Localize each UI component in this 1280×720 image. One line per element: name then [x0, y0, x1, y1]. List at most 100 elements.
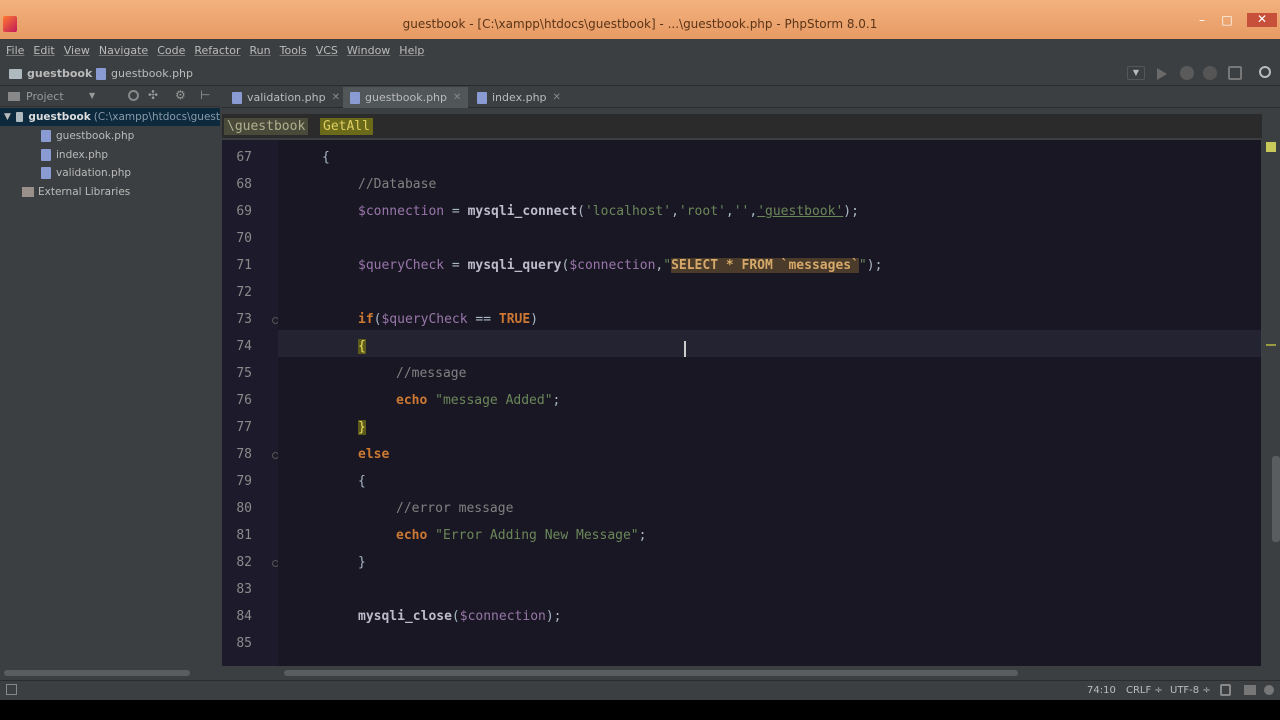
php-file-icon: [41, 167, 51, 179]
menu-code[interactable]: Code: [157, 44, 185, 57]
stop-icon[interactable]: [1228, 66, 1242, 80]
menu-tools[interactable]: Tools: [280, 44, 307, 57]
sync-icon[interactable]: [128, 90, 139, 101]
expand-arrow-icon[interactable]: ▼: [4, 112, 11, 122]
tab-label: index.php: [492, 91, 547, 104]
line-number: 68: [236, 177, 252, 192]
tree-file-index[interactable]: index.php: [41, 146, 108, 164]
breadcrumb-method[interactable]: GetAll: [320, 118, 373, 135]
token: '': [733, 204, 750, 219]
line-number: 74: [236, 339, 252, 354]
horizontal-scrollbar[interactable]: [222, 666, 1262, 680]
project-panel-title[interactable]: Project: [26, 90, 64, 103]
line-number: 76: [236, 393, 252, 408]
line-number: 72: [236, 285, 252, 300]
line-number: 80: [236, 501, 252, 516]
menu-view[interactable]: View: [64, 44, 90, 57]
code-line-73: if($queryCheck == TRUE): [358, 310, 538, 330]
navigation-bar: guestbook guestbook.php ▼: [0, 61, 1280, 86]
project-hscroll[interactable]: [0, 666, 192, 680]
menu-bar: File Edit View Navigate Code Refactor Ru…: [0, 39, 1280, 61]
token: 'root': [678, 204, 726, 219]
code-line-67: {: [322, 150, 330, 165]
tree-file-guestbook[interactable]: guestbook.php: [41, 127, 134, 145]
menu-edit[interactable]: Edit: [33, 44, 54, 57]
php-file-icon: [350, 91, 360, 104]
token: $connection: [358, 204, 445, 219]
menu-run[interactable]: Run: [250, 44, 271, 57]
close-icon[interactable]: ✕: [1247, 13, 1277, 27]
minimize-icon[interactable]: –: [1193, 14, 1211, 26]
menu-window[interactable]: Window: [347, 44, 390, 57]
code-line-76: echo "message Added";: [396, 391, 560, 411]
token: "message Added": [427, 393, 553, 408]
run-config-dropdown-icon[interactable]: ▼: [1127, 66, 1145, 80]
scrollbar-thumb[interactable]: [4, 670, 190, 676]
editor-tabs: validation.php ✕ guestbook.php ✕ index.p…: [222, 87, 1280, 108]
line-number: 85: [236, 636, 252, 651]
menu-navigate[interactable]: Navigate: [99, 44, 148, 57]
php-file-icon: [96, 67, 106, 80]
tool-window-toggle-icon[interactable]: [6, 684, 17, 695]
tab-index[interactable]: index.php ✕: [470, 87, 568, 108]
nav-crumb-file[interactable]: guestbook.php: [96, 67, 193, 80]
coverage-icon[interactable]: [1203, 66, 1217, 80]
code-line-82: }: [358, 555, 366, 570]
token: ): [530, 312, 539, 327]
code-line-68: //Database: [358, 177, 437, 192]
token: mysqli_close: [358, 609, 452, 624]
inspector-icon[interactable]: [1244, 685, 1256, 695]
vertical-scrollbar[interactable]: [1262, 140, 1280, 666]
caret-position[interactable]: 74:10: [1087, 685, 1116, 696]
tree-root-name: guestbook: [28, 111, 91, 123]
scrollbar-thumb[interactable]: [284, 670, 1018, 676]
nav-crumb-project[interactable]: guestbook: [9, 67, 92, 80]
token: ": [858, 258, 867, 273]
token: =: [444, 258, 468, 273]
tree-root-guestbook[interactable]: ▼ guestbook (C:\xampp\htdocs\guest: [0, 108, 220, 126]
close-icon[interactable]: ✕: [553, 92, 561, 103]
scrollbar-thumb[interactable]: [1272, 456, 1280, 542]
tree-file-validation[interactable]: validation.php: [41, 164, 131, 182]
window-title: guestbook - [C:\xampp\htdocs\guestbook] …: [402, 17, 878, 31]
tab-guestbook[interactable]: guestbook.php ✕: [343, 87, 469, 108]
code-line-75: //message: [396, 366, 467, 381]
token: ": [663, 258, 672, 273]
debug-icon[interactable]: [1180, 66, 1194, 80]
sql-injection-highlight: SELECT * FROM `messages`: [671, 258, 859, 273]
nav-project-label: guestbook: [27, 67, 93, 80]
menu-vcs[interactable]: VCS: [316, 44, 338, 57]
search-icon[interactable]: [1259, 66, 1271, 78]
menu-refactor[interactable]: Refactor: [194, 44, 240, 57]
file-encoding[interactable]: UTF-8 ÷: [1170, 685, 1211, 696]
event-log-icon[interactable]: [1264, 685, 1274, 695]
menu-help[interactable]: Help: [399, 44, 424, 57]
tree-external-libraries[interactable]: External Libraries: [22, 183, 130, 201]
close-icon[interactable]: ✕: [453, 92, 461, 103]
tree-file-label: validation.php: [56, 167, 132, 179]
line-separator[interactable]: CRLF ÷: [1126, 685, 1163, 696]
collapse-all-icon[interactable]: ✣: [148, 88, 158, 102]
tab-label: guestbook.php: [365, 91, 448, 104]
maximize-icon[interactable]: □: [1218, 14, 1236, 26]
hide-panel-icon[interactable]: ⊢: [200, 88, 210, 102]
tab-validation[interactable]: validation.php ✕: [225, 87, 347, 108]
run-icon[interactable]: [1157, 68, 1167, 80]
code-line-71: $queryCheck = mysqli_query($connection,"…: [358, 256, 882, 276]
menu-file[interactable]: File: [6, 44, 24, 57]
scroll-marker: [1266, 344, 1276, 346]
brace-match-highlight: }: [358, 420, 366, 435]
gear-icon[interactable]: ⚙: [175, 88, 186, 102]
token: (: [577, 204, 585, 219]
lock-icon[interactable]: [1220, 684, 1231, 696]
close-icon[interactable]: ✕: [332, 92, 340, 103]
inspection-status-icon[interactable]: [1266, 142, 1276, 152]
line-number: 70: [236, 231, 252, 246]
text-cursor-icon: [684, 341, 686, 357]
line-number: 69: [236, 204, 252, 219]
line-number: 83: [236, 582, 252, 597]
breadcrumb-class[interactable]: \guestbook: [224, 118, 309, 135]
code-editor[interactable]: { //Database $connection = mysqli_connec…: [278, 140, 1261, 666]
code-line-79: {: [358, 474, 366, 489]
chevron-down-icon[interactable]: ▼: [89, 91, 95, 100]
